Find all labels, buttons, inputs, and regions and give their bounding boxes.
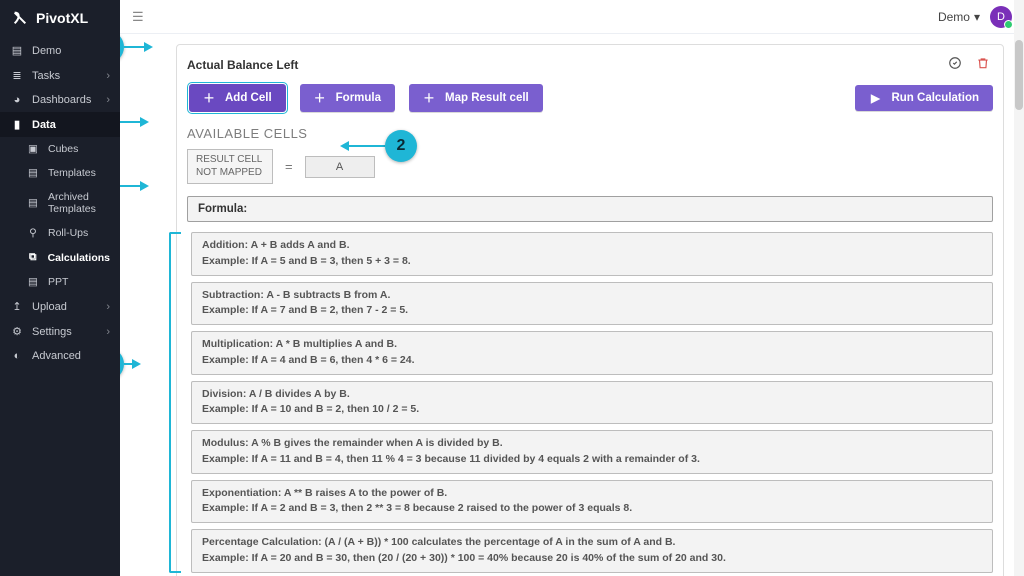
sidebar-item-calculations[interactable]: ⧉ Calculations xyxy=(0,245,120,270)
nav-icon: ▮ xyxy=(10,118,24,131)
chevron-right-icon: › xyxy=(106,326,110,338)
caret-down-icon: ▾ xyxy=(974,10,980,24)
brand: PivotXL xyxy=(0,0,120,38)
formula-label-box: Formula: xyxy=(187,196,993,222)
sidebar-item-label: Roll-Ups xyxy=(48,227,88,239)
play-icon: ▶ xyxy=(869,91,881,105)
user-name: Demo xyxy=(938,10,970,24)
scrollbar-track[interactable] xyxy=(1014,0,1024,576)
result-cell-box[interactable]: RESULT CELL NOT MAPPED xyxy=(187,149,273,184)
nav-icon: ⚲ xyxy=(26,227,40,239)
edit-button[interactable] xyxy=(945,53,965,76)
help-block: Division: A / B divides A by B.Example: … xyxy=(191,381,993,425)
sidebar-item-label: Dashboards xyxy=(32,94,91,106)
sidebar-item-label: Upload xyxy=(32,301,67,313)
cell-a[interactable]: A xyxy=(305,156,375,178)
run-calculation-button[interactable]: ▶ Run Calculation xyxy=(855,85,993,111)
sidebar-item-label: ArchivedTemplates xyxy=(48,191,96,215)
sidebar-item-label: Calculations xyxy=(48,252,110,264)
sidebar-item-ppt[interactable]: ▤ PPT xyxy=(0,270,120,294)
nav-icon: ▤ xyxy=(26,276,40,288)
sidebar-item-templates[interactable]: ▤ Templates xyxy=(0,161,120,185)
sidebar-item-cubes[interactable]: ▣ Cubes xyxy=(0,137,120,161)
collapse-icon[interactable]: ☰ xyxy=(132,9,144,25)
nav-icon: ↥ xyxy=(10,300,24,313)
equals-sign: = xyxy=(285,159,293,174)
edit-icon xyxy=(948,56,962,70)
nav-icon: ⧉ xyxy=(26,251,40,264)
help-block: Modulus: A % B gives the remainder when … xyxy=(191,430,993,474)
plus-icon: ＋ xyxy=(423,90,435,106)
nav-icon: ⚙ xyxy=(10,325,24,338)
sidebar-item-advanced[interactable]: ◐ Advanced xyxy=(0,344,120,368)
sidebar-item-upload[interactable]: ↥ Upload › xyxy=(0,294,120,319)
formula-button[interactable]: ＋ Formula xyxy=(300,84,395,112)
bracket-icon xyxy=(169,232,181,573)
sidebar-item-roll-ups[interactable]: ⚲ Roll-Ups xyxy=(0,221,120,245)
sidebar-item-label: Advanced xyxy=(32,350,81,362)
sidebar-item-label: Demo xyxy=(32,45,61,57)
sidebar-item-data[interactable]: ▮ Data xyxy=(0,112,120,137)
trash-icon xyxy=(976,56,990,70)
panel-title: Actual Balance Left xyxy=(187,58,298,72)
content: 5 1 3 4 2 xyxy=(120,34,1024,576)
calculation-panel: Actual Balance Left ＋ Add Cell xyxy=(176,44,1004,576)
help-block: Addition: A + B adds A and B.Example: If… xyxy=(191,232,993,276)
help-block: Percentage Calculation: (A / (A + B)) * … xyxy=(191,529,993,573)
sidebar-item-dashboards[interactable]: ◕ Dashboards › xyxy=(0,88,120,112)
topbar: ☰ Demo ▾ D xyxy=(120,0,1024,34)
sidebar-item-label: PPT xyxy=(48,276,68,288)
help-block: Multiplication: A * B multiplies A and B… xyxy=(191,331,993,375)
nav-icon: ▤ xyxy=(10,44,24,57)
sidebar-item-label: Cubes xyxy=(48,143,78,155)
nav-icon: ◕ xyxy=(10,94,24,106)
callout-5: 5 xyxy=(120,34,124,63)
map-result-button[interactable]: ＋ Map Result cell xyxy=(409,84,543,112)
sidebar-item-tasks[interactable]: ≣ Tasks › xyxy=(0,63,120,88)
user-menu[interactable]: Demo ▾ xyxy=(938,10,980,24)
sidebar-item-label: Settings xyxy=(32,326,72,338)
help-block: Subtraction: A - B subtracts B from A.Ex… xyxy=(191,282,993,326)
avatar[interactable]: D xyxy=(990,6,1012,28)
sidebar-item-archived-templates[interactable]: ▤ ArchivedTemplates xyxy=(0,185,120,221)
plus-icon: ＋ xyxy=(203,90,215,106)
delete-button[interactable] xyxy=(973,53,993,76)
plus-icon: ＋ xyxy=(314,90,326,106)
nav-icon: ▣ xyxy=(26,143,40,155)
nav-list: ▤ Demo ≣ Tasks › ◕ Dashboards › ▮ Data ▣ Cubes ▤ Temp… xyxy=(0,38,120,368)
help-area: Addition: A + B adds A and B.Example: If… xyxy=(187,232,993,573)
cells-row: RESULT CELL NOT MAPPED = A xyxy=(187,149,993,184)
sidebar: PivotXL ▤ Demo ≣ Tasks › ◕ Dashboards › ▮ Data ▣ Cu… xyxy=(0,0,120,576)
main: ☰ Demo ▾ D 5 1 3 xyxy=(120,0,1024,576)
sidebar-item-settings[interactable]: ⚙ Settings › xyxy=(0,319,120,344)
button-row: ＋ Add Cell ＋ Formula ＋ Map Result cell ▶ xyxy=(187,84,993,112)
callout-4: 4 xyxy=(120,348,124,380)
sidebar-item-label: Tasks xyxy=(32,70,60,82)
sidebar-item-demo[interactable]: ▤ Demo xyxy=(0,38,120,63)
sidebar-item-label: Data xyxy=(32,119,56,131)
help-block: Exponentiation: A ** B raises A to the p… xyxy=(191,480,993,524)
chevron-right-icon: › xyxy=(106,70,110,82)
nav-icon: ≣ xyxy=(10,69,24,82)
add-cell-button[interactable]: ＋ Add Cell xyxy=(189,84,286,112)
nav-icon: ▤ xyxy=(26,167,40,179)
available-cells-label: AVAILABLE CELLS xyxy=(187,126,993,141)
chevron-right-icon: › xyxy=(106,301,110,313)
nav-icon: ◐ xyxy=(10,350,24,362)
nav-icon: ▤ xyxy=(26,197,40,209)
chevron-right-icon: › xyxy=(106,94,110,106)
scrollbar-thumb[interactable] xyxy=(1015,40,1023,110)
logo-icon xyxy=(12,10,28,26)
sidebar-item-label: Templates xyxy=(48,167,96,179)
brand-text: PivotXL xyxy=(36,10,88,26)
